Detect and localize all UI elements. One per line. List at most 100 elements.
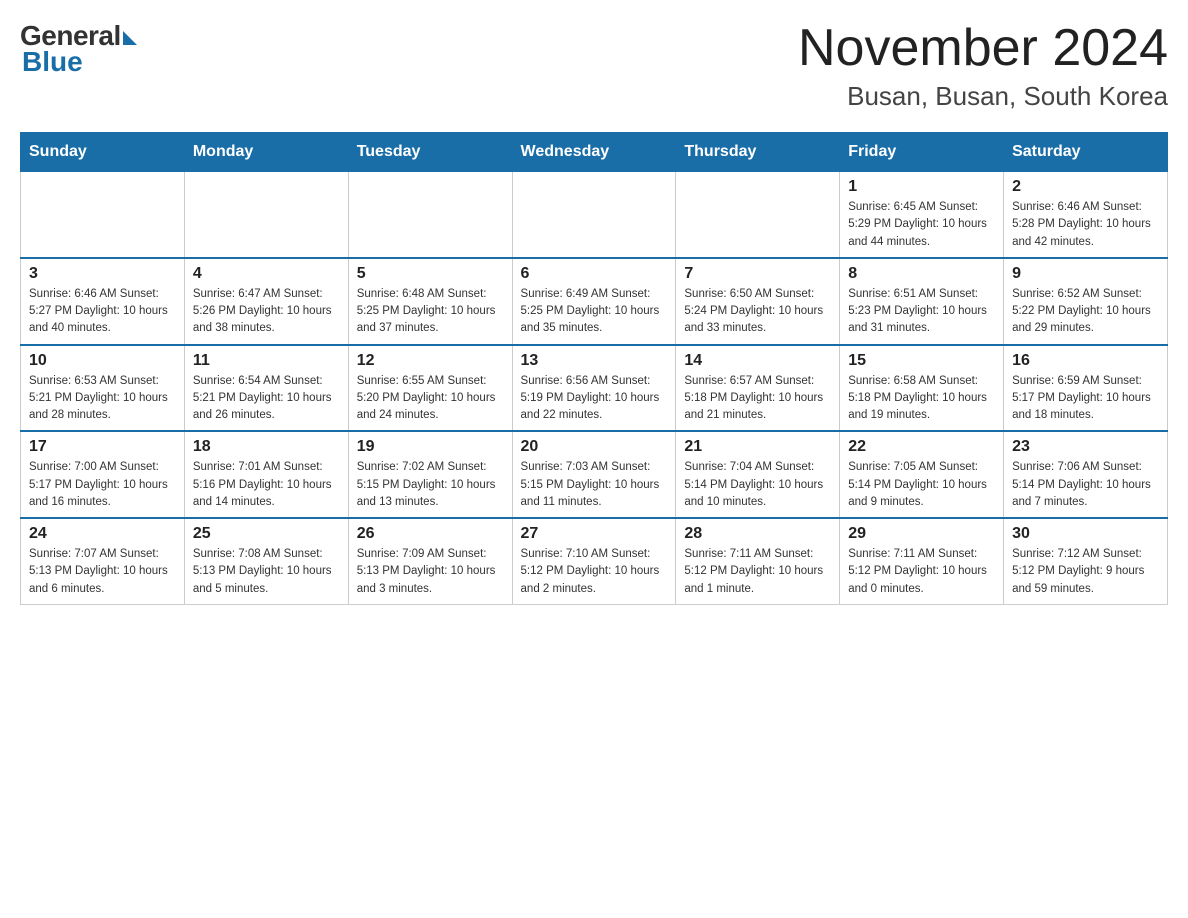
day-number: 9: [1012, 265, 1159, 283]
day-number: 5: [357, 265, 504, 283]
calendar-cell: 12Sunrise: 6:55 AM Sunset: 5:20 PM Dayli…: [348, 345, 512, 432]
day-info: Sunrise: 6:57 AM Sunset: 5:18 PM Dayligh…: [684, 373, 831, 425]
day-info: Sunrise: 7:06 AM Sunset: 5:14 PM Dayligh…: [1012, 459, 1159, 511]
calendar-cell: 19 Sunrise: 7:02 AM Sunset: 5:15 PM Dayli…: [348, 431, 512, 518]
day-info: Sunrise: 7:08 AM Sunset: 5:13 PM Dayligh…: [193, 546, 340, 598]
calendar-cell: 18 Sunrise: 7:01 AM Sunset: 5:16 PM Dayli…: [184, 431, 348, 518]
day-info: Sunrise: 6:51 AM Sunset: 5:23 PM Dayligh…: [848, 286, 995, 338]
day-number: 26: [357, 525, 504, 543]
day-number: 4: [193, 265, 340, 283]
day-number: 11: [193, 352, 340, 370]
day-number: 30: [1012, 525, 1159, 543]
calendar-cell: 4 Sunrise: 6:47 AM Sunset: 5:26 PM Daylig…: [184, 258, 348, 345]
weekday-header-row: SundayMondayTuesdayWednesdayThursdayFrid…: [21, 133, 1168, 172]
calendar-cell: [676, 172, 840, 258]
day-number: 20: [521, 438, 668, 456]
day-number: 18: [193, 438, 340, 456]
day-number: 21: [684, 438, 831, 456]
calendar-cell: 26 Sunrise: 7:09 AM Sunset: 5:13 PM Dayli…: [348, 518, 512, 604]
weekday-header-wednesday: Wednesday: [512, 133, 676, 172]
day-number: 16: [1012, 352, 1159, 370]
calendar-cell: 20 Sunrise: 7:03 AM Sunset: 5:15 PM Dayli…: [512, 431, 676, 518]
calendar-cell: [512, 172, 676, 258]
day-info: Sunrise: 7:02 AM Sunset: 5:15 PM Dayligh…: [357, 459, 504, 511]
day-info: Sunrise: 6:45 AM Sunset: 5:29 PM Dayligh…: [848, 199, 995, 251]
day-info: Sunrise: 6:56 AM Sunset: 5:19 PM Dayligh…: [521, 373, 668, 425]
day-info: Sunrise: 7:00 AM Sunset: 5:17 PM Dayligh…: [29, 459, 176, 511]
logo: General Blue: [20, 20, 137, 78]
day-number: 29: [848, 525, 995, 543]
day-number: 25: [193, 525, 340, 543]
calendar-cell: 5 Sunrise: 6:48 AM Sunset: 5:25 PM Daylig…: [348, 258, 512, 345]
day-number: 7: [684, 265, 831, 283]
calendar-cell: 9 Sunrise: 6:52 AM Sunset: 5:22 PM Daylig…: [1004, 258, 1168, 345]
weekday-header-tuesday: Tuesday: [348, 133, 512, 172]
weekday-header-saturday: Saturday: [1004, 133, 1168, 172]
calendar-cell: [184, 172, 348, 258]
week-row-1: 1Sunrise: 6:45 AM Sunset: 5:29 PM Daylig…: [21, 172, 1168, 258]
day-number: 28: [684, 525, 831, 543]
week-row-5: 24 Sunrise: 7:07 AM Sunset: 5:13 PM Dayli…: [21, 518, 1168, 604]
calendar-cell: 6 Sunrise: 6:49 AM Sunset: 5:25 PM Daylig…: [512, 258, 676, 345]
day-number: 19: [357, 438, 504, 456]
day-info: Sunrise: 6:58 AM Sunset: 5:18 PM Dayligh…: [848, 373, 995, 425]
weekday-header-sunday: Sunday: [21, 133, 185, 172]
week-row-3: 10 Sunrise: 6:53 AM Sunset: 5:21 PM Dayli…: [21, 345, 1168, 432]
weekday-header-thursday: Thursday: [676, 133, 840, 172]
day-number: 2: [1012, 178, 1159, 196]
calendar-cell: 25 Sunrise: 7:08 AM Sunset: 5:13 PM Dayli…: [184, 518, 348, 604]
day-number: 23: [1012, 438, 1159, 456]
day-number: 27: [521, 525, 668, 543]
day-number: 3: [29, 265, 176, 283]
calendar-cell: 8 Sunrise: 6:51 AM Sunset: 5:23 PM Daylig…: [840, 258, 1004, 345]
day-number: 17: [29, 438, 176, 456]
day-number: 12: [357, 352, 504, 370]
calendar-subtitle: Busan, Busan, South Korea: [798, 81, 1168, 112]
day-info: Sunrise: 6:48 AM Sunset: 5:25 PM Dayligh…: [357, 286, 504, 338]
calendar-cell: 7 Sunrise: 6:50 AM Sunset: 5:24 PM Daylig…: [676, 258, 840, 345]
title-area: November 2024 Busan, Busan, South Korea: [798, 20, 1168, 112]
day-number: 24: [29, 525, 176, 543]
day-number: 10: [29, 352, 176, 370]
day-info: Sunrise: 7:10 AM Sunset: 5:12 PM Dayligh…: [521, 546, 668, 598]
day-info: Sunrise: 7:11 AM Sunset: 5:12 PM Dayligh…: [684, 546, 831, 598]
day-info: Sunrise: 6:53 AM Sunset: 5:21 PM Dayligh…: [29, 373, 176, 425]
day-info: Sunrise: 6:59 AM Sunset: 5:17 PM Dayligh…: [1012, 373, 1159, 425]
calendar-cell: 2 Sunrise: 6:46 AM Sunset: 5:28 PM Daylig…: [1004, 172, 1168, 258]
calendar-cell: 29Sunrise: 7:11 AM Sunset: 5:12 PM Dayli…: [840, 518, 1004, 604]
header: General Blue November 2024 Busan, Busan,…: [20, 20, 1168, 112]
calendar-cell: [348, 172, 512, 258]
day-number: 15: [848, 352, 995, 370]
calendar-table: SundayMondayTuesdayWednesdayThursdayFrid…: [20, 132, 1168, 605]
day-info: Sunrise: 7:03 AM Sunset: 5:15 PM Dayligh…: [521, 459, 668, 511]
day-info: Sunrise: 7:01 AM Sunset: 5:16 PM Dayligh…: [193, 459, 340, 511]
calendar-cell: 16 Sunrise: 6:59 AM Sunset: 5:17 PM Dayli…: [1004, 345, 1168, 432]
day-info: Sunrise: 6:46 AM Sunset: 5:27 PM Dayligh…: [29, 286, 176, 338]
day-number: 14: [684, 352, 831, 370]
day-info: Sunrise: 6:52 AM Sunset: 5:22 PM Dayligh…: [1012, 286, 1159, 338]
logo-triangle-icon: [123, 31, 137, 45]
calendar-cell: 24 Sunrise: 7:07 AM Sunset: 5:13 PM Dayli…: [21, 518, 185, 604]
calendar-cell: 1Sunrise: 6:45 AM Sunset: 5:29 PM Daylig…: [840, 172, 1004, 258]
day-info: Sunrise: 6:47 AM Sunset: 5:26 PM Dayligh…: [193, 286, 340, 338]
calendar-cell: 17 Sunrise: 7:00 AM Sunset: 5:17 PM Dayli…: [21, 431, 185, 518]
logo-blue-text: Blue: [22, 46, 83, 78]
day-number: 6: [521, 265, 668, 283]
day-info: Sunrise: 6:49 AM Sunset: 5:25 PM Dayligh…: [521, 286, 668, 338]
day-info: Sunrise: 7:09 AM Sunset: 5:13 PM Dayligh…: [357, 546, 504, 598]
day-info: Sunrise: 7:07 AM Sunset: 5:13 PM Dayligh…: [29, 546, 176, 598]
calendar-cell: 3 Sunrise: 6:46 AM Sunset: 5:27 PM Daylig…: [21, 258, 185, 345]
weekday-header-monday: Monday: [184, 133, 348, 172]
week-row-4: 17 Sunrise: 7:00 AM Sunset: 5:17 PM Dayli…: [21, 431, 1168, 518]
calendar-cell: 28 Sunrise: 7:11 AM Sunset: 5:12 PM Dayli…: [676, 518, 840, 604]
day-info: Sunrise: 6:50 AM Sunset: 5:24 PM Dayligh…: [684, 286, 831, 338]
day-number: 8: [848, 265, 995, 283]
day-info: Sunrise: 6:46 AM Sunset: 5:28 PM Dayligh…: [1012, 199, 1159, 251]
day-number: 13: [521, 352, 668, 370]
calendar-cell: 30Sunrise: 7:12 AM Sunset: 5:12 PM Dayli…: [1004, 518, 1168, 604]
weekday-header-friday: Friday: [840, 133, 1004, 172]
calendar-cell: 15 Sunrise: 6:58 AM Sunset: 5:18 PM Dayli…: [840, 345, 1004, 432]
day-info: Sunrise: 7:05 AM Sunset: 5:14 PM Dayligh…: [848, 459, 995, 511]
day-number: 22: [848, 438, 995, 456]
day-info: Sunrise: 6:54 AM Sunset: 5:21 PM Dayligh…: [193, 373, 340, 425]
